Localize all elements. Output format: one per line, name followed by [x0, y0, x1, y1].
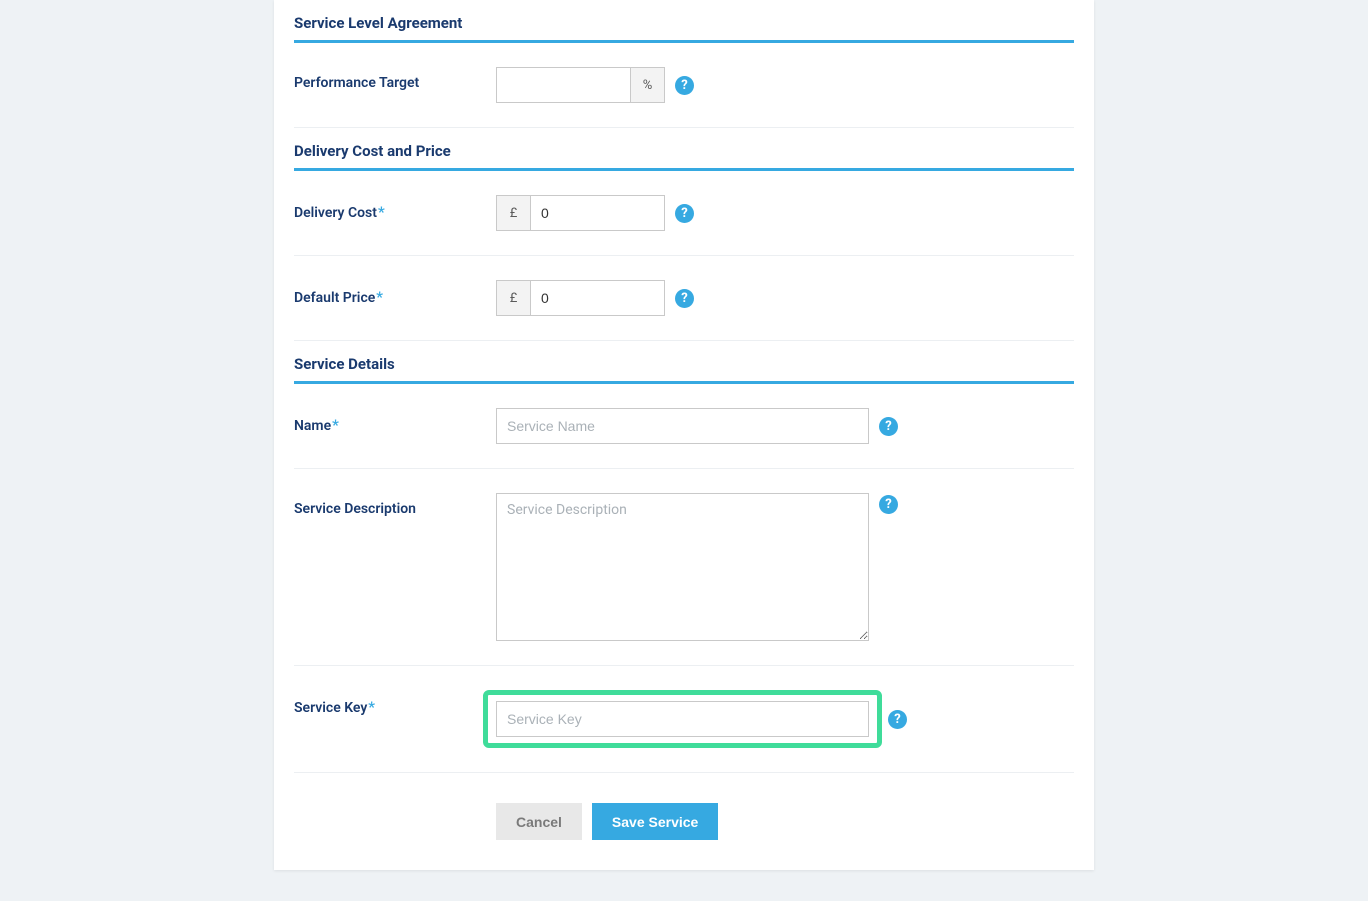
label-name: Name* [294, 408, 496, 434]
row-delivery-cost: Delivery Cost* £ ? [294, 171, 1074, 256]
label-default-price: Default Price* [294, 280, 496, 306]
delivery-cost-input[interactable] [530, 195, 665, 231]
row-default-price: Default Price* £ ? [294, 256, 1074, 341]
section-details-header: Service Details [294, 341, 1074, 384]
percent-addon: % [631, 67, 665, 103]
pound-addon: £ [496, 195, 530, 231]
label-service-description: Service Description [294, 493, 496, 517]
name-input[interactable] [496, 408, 869, 444]
cancel-button[interactable]: Cancel [496, 803, 582, 840]
highlight-service-key [483, 690, 882, 748]
help-icon[interactable]: ? [675, 76, 694, 95]
section-delivery-header: Delivery Cost and Price [294, 128, 1074, 171]
service-description-input[interactable] [496, 493, 869, 641]
section-sla-header: Service Level Agreement [294, 0, 1074, 43]
row-performance-target: Performance Target % ? [294, 43, 1074, 128]
default-price-input[interactable] [530, 280, 665, 316]
help-icon[interactable]: ? [879, 417, 898, 436]
label-performance-target: Performance Target [294, 67, 496, 91]
help-icon[interactable]: ? [879, 495, 898, 514]
help-icon[interactable]: ? [675, 289, 694, 308]
row-service-description: Service Description ? [294, 469, 1074, 666]
save-service-button[interactable]: Save Service [592, 803, 718, 840]
help-icon[interactable]: ? [888, 710, 907, 729]
help-icon[interactable]: ? [675, 204, 694, 223]
label-delivery-cost: Delivery Cost* [294, 195, 496, 221]
performance-target-input[interactable] [496, 67, 631, 103]
row-service-key: Service Key* ? [294, 666, 1074, 773]
label-service-key: Service Key* [294, 690, 496, 716]
service-key-input[interactable] [496, 701, 869, 737]
row-name: Name* ? [294, 384, 1074, 469]
button-row: Cancel Save Service [294, 773, 1074, 850]
pound-addon: £ [496, 280, 530, 316]
